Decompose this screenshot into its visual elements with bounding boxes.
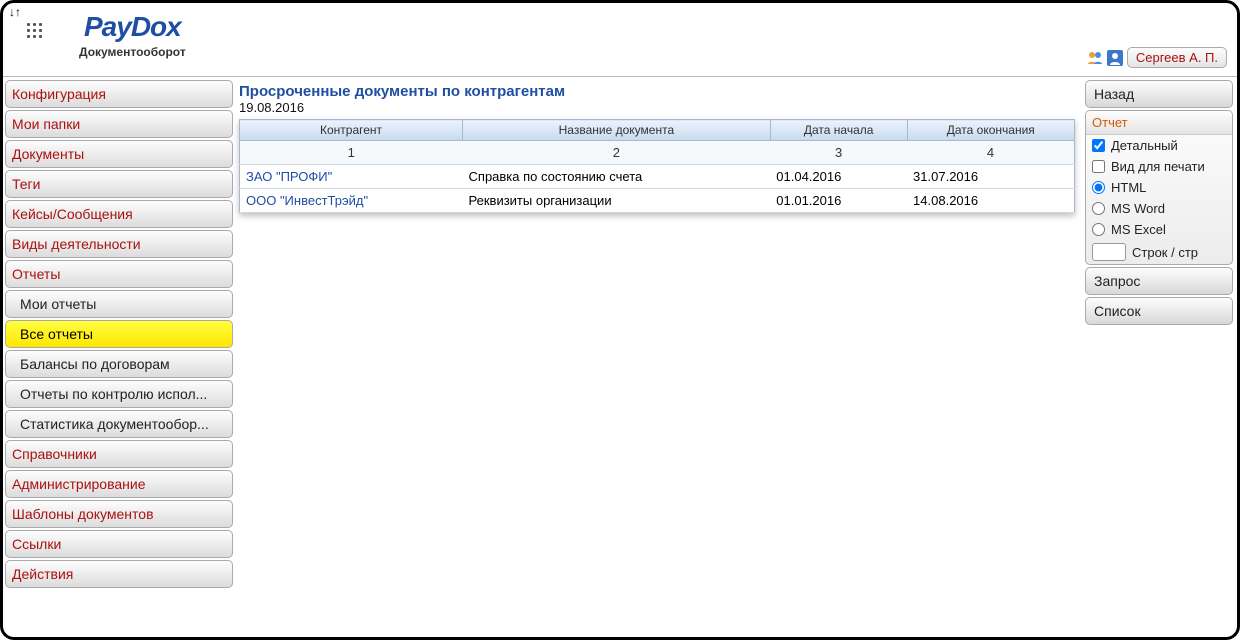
fmt-word[interactable]: MS Word bbox=[1086, 198, 1232, 219]
cell-1-1: Реквизиты организации bbox=[463, 189, 771, 213]
col-header-1: Название документа bbox=[463, 120, 771, 141]
cell-0-1: Справка по состоянию счета bbox=[463, 165, 771, 189]
opt-print-view[interactable]: Вид для печати bbox=[1086, 156, 1232, 177]
sidebar-item-2[interactable]: Документы bbox=[5, 140, 233, 168]
cell-1-0[interactable]: ООО "ИнвестТрэйд" bbox=[240, 189, 463, 213]
cell-0-3: 31.07.2016 bbox=[907, 165, 1074, 189]
fmt-html-radio[interactable] bbox=[1092, 181, 1105, 194]
col-header-0: Контрагент bbox=[240, 120, 463, 141]
user-area: Сергеев А. П. bbox=[1087, 47, 1227, 68]
sidebar: КонфигурацияМои папкиДокументыТегиКейсы/… bbox=[3, 77, 235, 637]
sidebar-item-8[interactable]: Все отчеты bbox=[5, 320, 233, 348]
printview-checkbox[interactable] bbox=[1092, 160, 1105, 173]
col-header-2: Дата начала bbox=[770, 120, 907, 141]
cell-0-2: 01.04.2016 bbox=[770, 165, 907, 189]
report-title: Просроченные документы по контрагентам bbox=[239, 83, 1075, 100]
sidebar-item-16[interactable]: Действия bbox=[5, 560, 233, 588]
opt-detailed[interactable]: Детальный bbox=[1086, 135, 1232, 156]
sidebar-item-10[interactable]: Отчеты по контролю испол... bbox=[5, 380, 233, 408]
logo-area: PayDox Документооборот bbox=[79, 5, 186, 59]
sidebar-item-0[interactable]: Конфигурация bbox=[5, 80, 233, 108]
detailed-checkbox[interactable] bbox=[1092, 139, 1105, 152]
query-button[interactable]: Запрос bbox=[1085, 267, 1233, 295]
sidebar-item-12[interactable]: Справочники bbox=[5, 440, 233, 468]
report-section-title: Отчет bbox=[1086, 111, 1232, 135]
avatar-icon[interactable] bbox=[1107, 50, 1123, 66]
report-options-section: Отчет Детальный Вид для печати HTML MS W… bbox=[1085, 110, 1233, 265]
list-button[interactable]: Список bbox=[1085, 297, 1233, 325]
col-number-2: 3 bbox=[770, 141, 907, 165]
fmt-word-radio[interactable] bbox=[1092, 202, 1105, 215]
content-area: Просроченные документы по контрагентам 1… bbox=[235, 77, 1083, 637]
back-button[interactable]: Назад bbox=[1085, 80, 1233, 108]
right-panel: Назад Отчет Детальный Вид для печати HTM… bbox=[1083, 77, 1237, 637]
apps-grid-icon[interactable] bbox=[27, 23, 43, 39]
sidebar-item-1[interactable]: Мои папки bbox=[5, 110, 233, 138]
col-header-3: Дата окончания bbox=[907, 120, 1074, 141]
report-table: КонтрагентНазвание документаДата началаД… bbox=[239, 119, 1075, 213]
logo-text: PayDox bbox=[79, 11, 186, 43]
fmt-excel-radio[interactable] bbox=[1092, 223, 1105, 236]
col-number-0: 1 bbox=[240, 141, 463, 165]
sidebar-item-9[interactable]: Балансы по договорам bbox=[5, 350, 233, 378]
table-row: ЗАО "ПРОФИ"Справка по состоянию счета01.… bbox=[240, 165, 1075, 189]
logo-subtitle: Документооборот bbox=[79, 45, 186, 59]
cell-1-2: 01.01.2016 bbox=[770, 189, 907, 213]
sidebar-item-14[interactable]: Шаблоны документов bbox=[5, 500, 233, 528]
sidebar-item-7[interactable]: Мои отчеты bbox=[5, 290, 233, 318]
report-date: 19.08.2016 bbox=[239, 100, 1075, 115]
sort-icon[interactable]: ↓↑ bbox=[9, 5, 21, 19]
users-icon[interactable] bbox=[1087, 51, 1103, 65]
sidebar-item-3[interactable]: Теги bbox=[5, 170, 233, 198]
rows-per-page: Строк / стр bbox=[1086, 240, 1232, 264]
rows-input[interactable] bbox=[1092, 243, 1126, 261]
sidebar-item-11[interactable]: Статистика документообор... bbox=[5, 410, 233, 438]
sidebar-item-6[interactable]: Отчеты bbox=[5, 260, 233, 288]
col-number-1: 2 bbox=[463, 141, 771, 165]
sidebar-item-4[interactable]: Кейсы/Сообщения bbox=[5, 200, 233, 228]
sidebar-item-13[interactable]: Администрирование bbox=[5, 470, 233, 498]
fmt-html[interactable]: HTML bbox=[1086, 177, 1232, 198]
top-bar: ↓↑ PayDox Документооборот Сергеев А. П. bbox=[3, 3, 1237, 77]
col-number-3: 4 bbox=[907, 141, 1074, 165]
sidebar-item-5[interactable]: Виды деятельности bbox=[5, 230, 233, 258]
table-row: ООО "ИнвестТрэйд"Реквизиты организации01… bbox=[240, 189, 1075, 213]
fmt-excel[interactable]: MS Excel bbox=[1086, 219, 1232, 240]
user-button[interactable]: Сергеев А. П. bbox=[1127, 47, 1227, 68]
cell-0-0[interactable]: ЗАО "ПРОФИ" bbox=[240, 165, 463, 189]
sidebar-item-15[interactable]: Ссылки bbox=[5, 530, 233, 558]
cell-1-3: 14.08.2016 bbox=[907, 189, 1074, 213]
